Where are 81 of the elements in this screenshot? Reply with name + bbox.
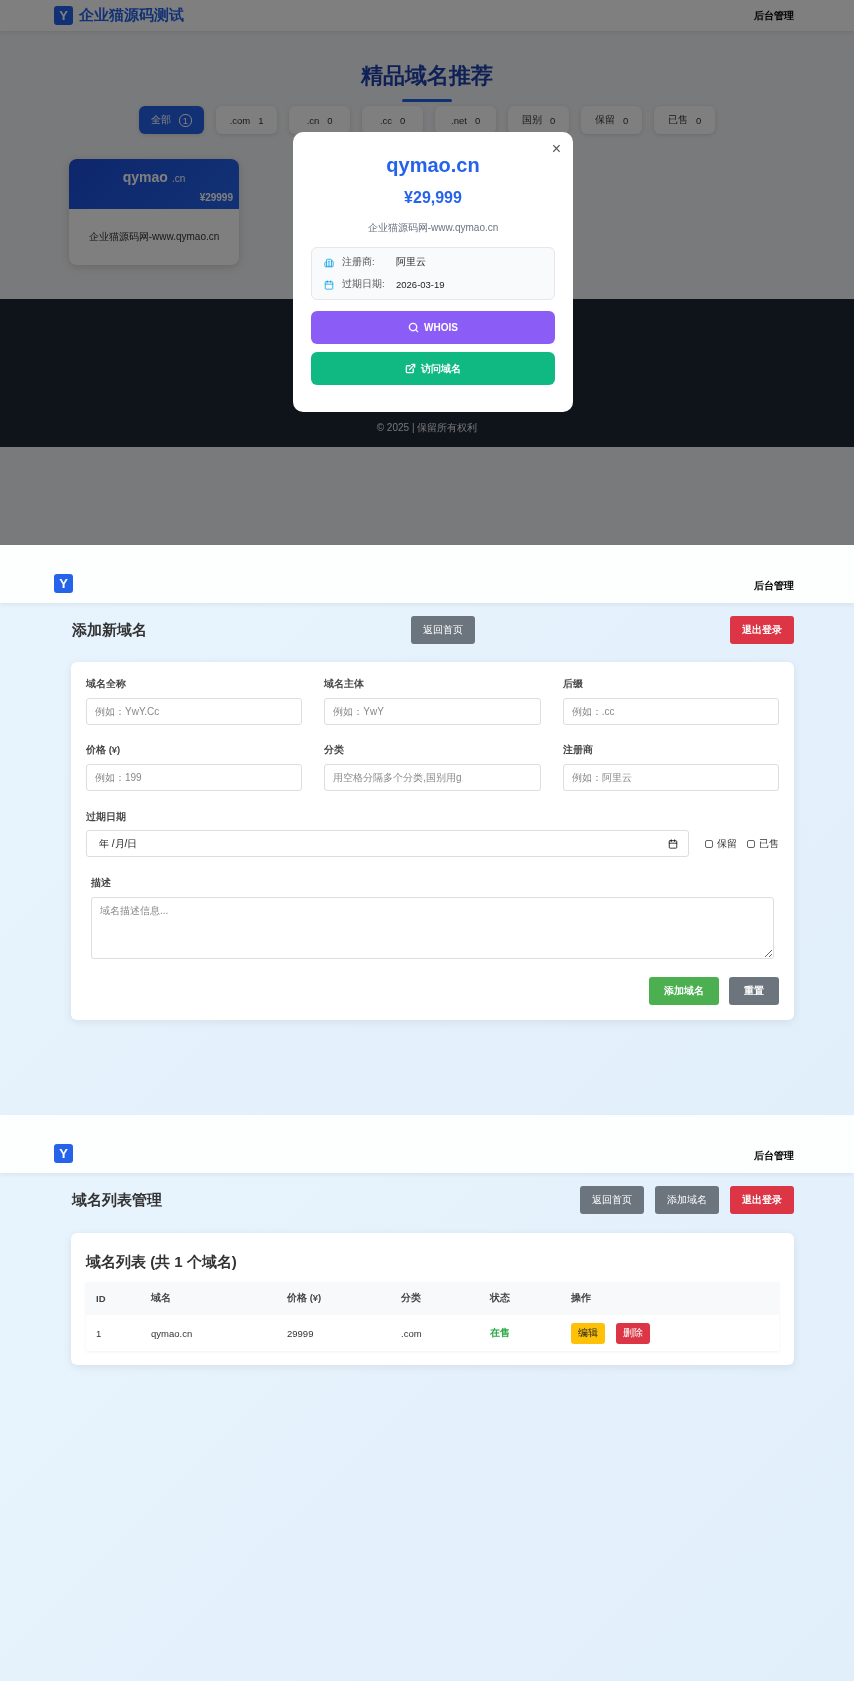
edit-button[interactable]: 编辑 (571, 1322, 605, 1344)
home-button[interactable]: 返回首页 (411, 616, 475, 644)
heading-underline (402, 99, 452, 102)
reset-button[interactable]: 重置 (729, 977, 779, 1005)
filter-tab[interactable]: .com 1 (216, 106, 278, 134)
calendar-icon (324, 279, 334, 290)
field-label: 域名全称 (86, 678, 127, 691)
close-button[interactable]: × (551, 140, 561, 158)
card-description: 企业猫源码网-www.qymao.cn (88, 230, 220, 244)
logo[interactable]: Y (54, 6, 73, 25)
delete-button[interactable]: 删除 (616, 1322, 650, 1344)
logo[interactable]: Y (54, 1144, 73, 1163)
admin-link[interactable]: 后台管理 (754, 579, 794, 593)
whois-button[interactable]: WHOIS (311, 311, 555, 344)
page-title: 添加新域名 (72, 620, 148, 640)
detail-value: 2026-03-19 (396, 279, 445, 290)
date-field[interactable]: 年 /月/日 (86, 830, 689, 857)
field-label: 分类 (324, 744, 346, 757)
field-label: 描述 (91, 877, 112, 890)
table-cell: .com (391, 1315, 480, 1351)
site-name[interactable]: 企业猫源码测试 (79, 6, 184, 25)
input-field[interactable]: 用空格分隔多个分类,国别用g (324, 764, 541, 791)
input-field[interactable]: 例如：.cc (562, 698, 779, 725)
nav-button[interactable]: 添加域名 (655, 1186, 719, 1214)
filter-tab[interactable]: .cc 0 (362, 106, 424, 134)
column-header: 操作 (561, 1282, 779, 1315)
status-text: 在售 (490, 1326, 510, 1338)
column-header: ID (86, 1282, 141, 1315)
card-domain: qymao (122, 169, 168, 187)
section-heading: 精品域名推荐 (359, 62, 494, 90)
field-label: 注册商 (562, 744, 594, 757)
filter-tab[interactable]: 保留 0 (581, 106, 643, 134)
column-header: 价格 (¥) (277, 1282, 391, 1315)
checkbox[interactable] (747, 839, 755, 848)
field-label: 后缀 (562, 678, 584, 691)
input-field[interactable]: 例如：YwY.Cc (86, 698, 303, 725)
field-label: 域名主体 (324, 678, 366, 691)
card-title: 域名列表 (共 1 个域名) (84, 1252, 238, 1272)
external-link-icon (405, 363, 416, 374)
field-label: 过期日期 (86, 811, 127, 824)
detail-label: 注册商: (342, 256, 376, 269)
column-header: 分类 (391, 1282, 480, 1315)
column-header: 状态 (480, 1282, 561, 1315)
domain-card[interactable]: qymao .cn ¥29999 企业猫源码网-www.qymao.cn (69, 159, 239, 265)
detail-label: 过期日期: (342, 278, 386, 291)
filter-tab[interactable]: .cn 0 (289, 106, 351, 134)
visit-button[interactable]: 访问域名 (311, 352, 555, 385)
filter-tab[interactable]: .net 0 (435, 106, 497, 134)
logout-button[interactable]: 退出登录 (730, 1186, 794, 1214)
modal-description: 企业猫源码网-www.qymao.cn (367, 221, 499, 235)
modal-domain: qymao.cn (386, 154, 480, 177)
building-icon (324, 257, 334, 268)
copyright-text: © 2025 | 保留所有权利 (376, 421, 478, 435)
checkbox-label[interactable]: 保留 (705, 836, 737, 851)
description-field[interactable]: 域名描述信息... (91, 897, 774, 959)
table-cell: qymao.cn (141, 1315, 277, 1351)
table-cell: 29999 (277, 1315, 391, 1351)
input-field[interactable]: 例如：阿里云 (562, 764, 779, 791)
input-field[interactable]: 例如：199 (86, 764, 303, 791)
checkbox-label[interactable]: 已售 (747, 836, 779, 851)
column-header: 域名 (141, 1282, 277, 1315)
filter-tab[interactable]: 全部 1 (138, 106, 205, 134)
nav-button[interactable]: 返回首页 (580, 1186, 644, 1214)
logout-button[interactable]: 退出登录 (730, 616, 794, 644)
search-icon (408, 322, 420, 333)
field-label: 价格 (¥) (86, 744, 122, 757)
modal-price: ¥29,999 (404, 189, 462, 207)
page-title: 域名列表管理 (72, 1190, 163, 1210)
admin-link[interactable]: 后台管理 (754, 1149, 794, 1163)
detail-value: 阿里云 (396, 256, 426, 269)
card-suffix: .cn (171, 173, 186, 186)
admin-link[interactable]: 后台管理 (754, 8, 794, 23)
filter-tab[interactable]: 已售 0 (654, 106, 716, 134)
add-button[interactable]: 添加域名 (649, 977, 719, 1005)
table-cell: 1 (86, 1315, 141, 1351)
filter-tab[interactable]: 国别 0 (508, 106, 570, 134)
logo[interactable]: Y (54, 574, 73, 593)
card-price: ¥29999 (199, 192, 233, 203)
checkbox[interactable] (705, 839, 713, 848)
input-field[interactable]: 例如：YwY (324, 698, 541, 725)
calendar-icon (668, 838, 678, 849)
